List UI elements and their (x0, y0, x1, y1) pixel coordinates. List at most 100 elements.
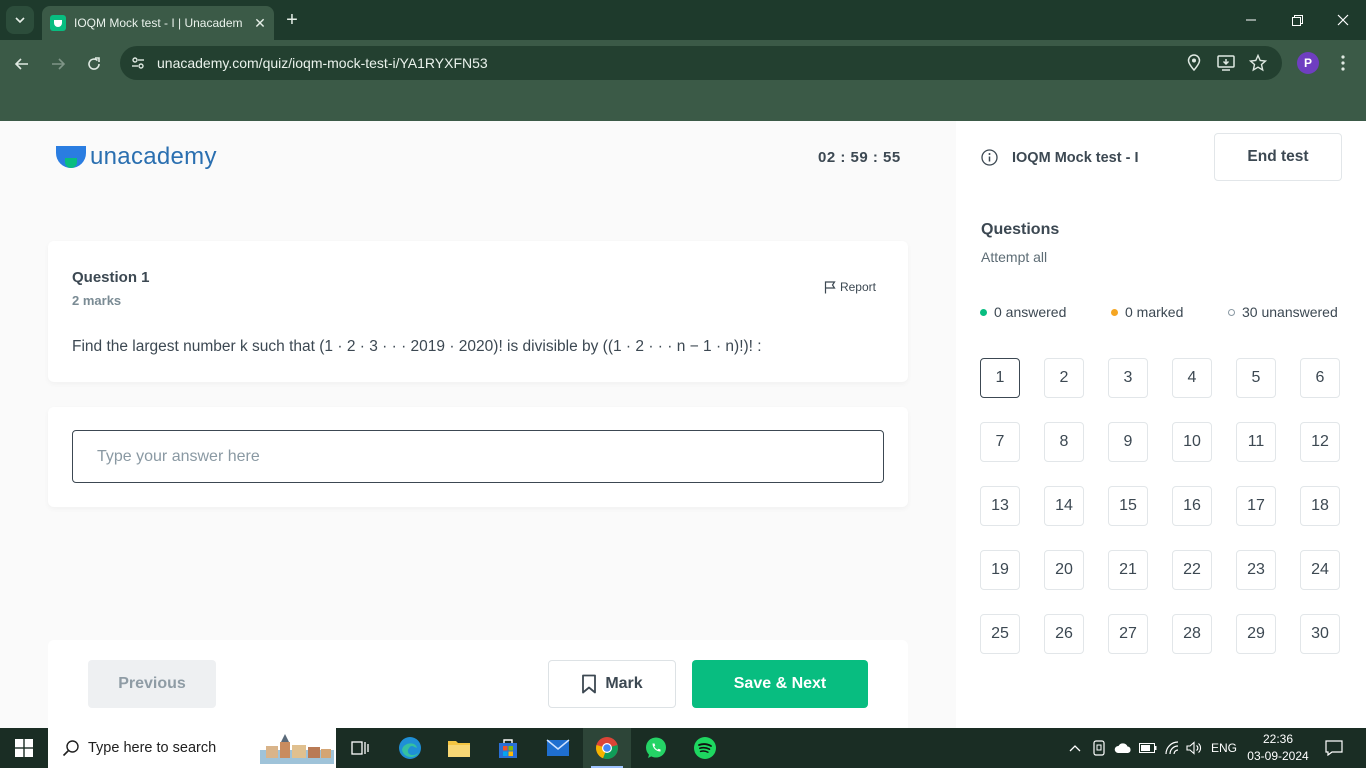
browser-toolbar: unacademy.com/quiz/ioqm-mock-test-i/YA1R… (0, 40, 1366, 121)
mail-app-button[interactable] (534, 728, 582, 768)
question-nav-button[interactable]: 19 (980, 550, 1020, 590)
question-card: Question 1 2 marks Report Find the large… (48, 241, 908, 382)
question-nav-button[interactable]: 15 (1108, 486, 1148, 526)
show-hidden-icons-button[interactable] (1064, 728, 1086, 768)
meet-now-button[interactable] (1088, 728, 1110, 768)
question-nav-button[interactable]: 5 (1236, 358, 1276, 398)
unacademy-logo-icon (56, 144, 86, 170)
question-nav-button[interactable]: 16 (1172, 486, 1212, 526)
question-marks: 2 marks (72, 293, 122, 308)
previous-button[interactable]: Previous (88, 660, 216, 708)
bookmark-star-icon[interactable] (1248, 53, 1268, 73)
site-settings-icon[interactable] (128, 53, 148, 73)
windows-taskbar: Type here to search ENG 22:36 03-09-2024 (0, 728, 1366, 768)
notifications-button[interactable] (1320, 728, 1348, 768)
browser-menu-icon[interactable] (1332, 52, 1354, 74)
battery-status[interactable] (1137, 728, 1159, 768)
end-test-button[interactable]: End test (1214, 133, 1342, 181)
taskbar-clock[interactable]: 22:36 03-09-2024 (1242, 731, 1314, 765)
answered-dot-icon (980, 308, 987, 316)
question-nav-button[interactable]: 10 (1172, 422, 1212, 462)
question-nav-button[interactable]: 26 (1044, 614, 1084, 654)
store-icon (499, 739, 517, 758)
question-nav-button[interactable]: 2 (1044, 358, 1084, 398)
questions-subheading: Attempt all (981, 249, 1048, 265)
edge-app-button[interactable] (386, 728, 434, 768)
close-icon (1337, 14, 1349, 26)
store-app-button[interactable] (484, 728, 532, 768)
location-icon[interactable] (1184, 53, 1204, 73)
question-nav-button[interactable]: 30 (1300, 614, 1340, 654)
unacademy-logo[interactable]: unacademy (56, 143, 217, 171)
question-nav-button[interactable]: 14 (1044, 486, 1084, 526)
question-nav-button[interactable]: 23 (1236, 550, 1276, 590)
question-nav-button[interactable]: 21 (1108, 550, 1148, 590)
windows-logo-icon (15, 739, 33, 757)
edge-browser-icon (399, 737, 421, 759)
question-nav-button[interactable]: 3 (1108, 358, 1148, 398)
question-nav-button[interactable]: 25 (980, 614, 1020, 654)
question-nav-button[interactable]: 27 (1108, 614, 1148, 654)
chrome-app-button[interactable] (583, 728, 631, 768)
question-nav-button[interactable]: 8 (1044, 422, 1084, 462)
answer-input[interactable] (72, 430, 884, 483)
install-app-icon[interactable] (1216, 53, 1236, 73)
minimize-window-button[interactable] (1228, 0, 1274, 40)
volume-control[interactable] (1183, 728, 1205, 768)
question-nav-button[interactable]: 12 (1300, 422, 1340, 462)
test-info[interactable]: IOQM Mock test - I (981, 149, 1139, 166)
legend-answered: 0 answered (980, 304, 1066, 320)
question-nav-button[interactable]: 1 (980, 358, 1020, 398)
new-tab-icon[interactable]: + (282, 9, 302, 31)
browser-tab-active[interactable]: IOQM Mock test - I | Unacademy ✕ (42, 6, 274, 40)
report-button[interactable]: Report (824, 280, 876, 294)
tab-close-icon[interactable]: ✕ (252, 15, 268, 32)
speaker-icon (1186, 741, 1201, 755)
legend-answered-label: 0 answered (994, 304, 1067, 320)
question-nav-button[interactable]: 18 (1300, 486, 1340, 526)
question-nav-button[interactable]: 13 (980, 486, 1020, 526)
question-navigator-panel: IOQM Mock test - I End test Questions At… (956, 121, 1366, 728)
cloud-icon (1114, 743, 1131, 753)
unanswered-dot-icon (1228, 308, 1235, 316)
back-button[interactable] (8, 50, 36, 78)
question-nav-button[interactable]: 22 (1172, 550, 1212, 590)
question-nav-button[interactable]: 11 (1236, 422, 1276, 462)
restore-window-button[interactable] (1274, 0, 1320, 40)
question-nav-button[interactable]: 7 (980, 422, 1020, 462)
tab-title: IOQM Mock test - I | Unacademy (74, 16, 242, 30)
spotify-app-button[interactable] (681, 728, 729, 768)
start-button[interactable] (0, 728, 48, 768)
taskbar-search[interactable]: Type here to search (48, 728, 336, 768)
restore-icon (1291, 14, 1303, 26)
reload-button[interactable] (80, 50, 108, 78)
info-icon (981, 149, 998, 166)
question-nav-button[interactable]: 9 (1108, 422, 1148, 462)
clock-date: 03-09-2024 (1247, 749, 1309, 763)
whatsapp-app-button[interactable] (632, 728, 680, 768)
network-status[interactable] (1161, 728, 1183, 768)
file-explorer-button[interactable] (435, 728, 483, 768)
close-window-button[interactable] (1320, 0, 1366, 40)
question-nav-button[interactable]: 20 (1044, 550, 1084, 590)
onedrive-button[interactable] (1112, 728, 1134, 768)
question-nav-button[interactable]: 29 (1236, 614, 1276, 654)
question-nav-button[interactable]: 6 (1300, 358, 1340, 398)
forward-button[interactable] (44, 50, 72, 78)
save-next-button[interactable]: Save & Next (692, 660, 868, 708)
flag-icon (824, 280, 836, 293)
input-language[interactable]: ENG (1208, 728, 1240, 768)
profile-avatar[interactable]: P (1297, 52, 1319, 74)
question-nav-button[interactable]: 17 (1236, 486, 1276, 526)
question-nav-button[interactable]: 4 (1172, 358, 1212, 398)
mark-button[interactable]: Mark (548, 660, 676, 708)
question-nav-button[interactable]: 24 (1300, 550, 1340, 590)
question-nav-button[interactable]: 28 (1172, 614, 1212, 654)
folder-icon (448, 741, 470, 757)
taskbar-search-placeholder: Type here to search (88, 740, 217, 756)
task-view-button[interactable] (336, 728, 384, 768)
test-name: IOQM Mock test - I (1012, 149, 1139, 166)
question-title: Question 1 (72, 269, 150, 286)
address-bar[interactable]: unacademy.com/quiz/ioqm-mock-test-i/YA1R… (120, 46, 1282, 80)
tab-search-button[interactable] (6, 6, 34, 34)
